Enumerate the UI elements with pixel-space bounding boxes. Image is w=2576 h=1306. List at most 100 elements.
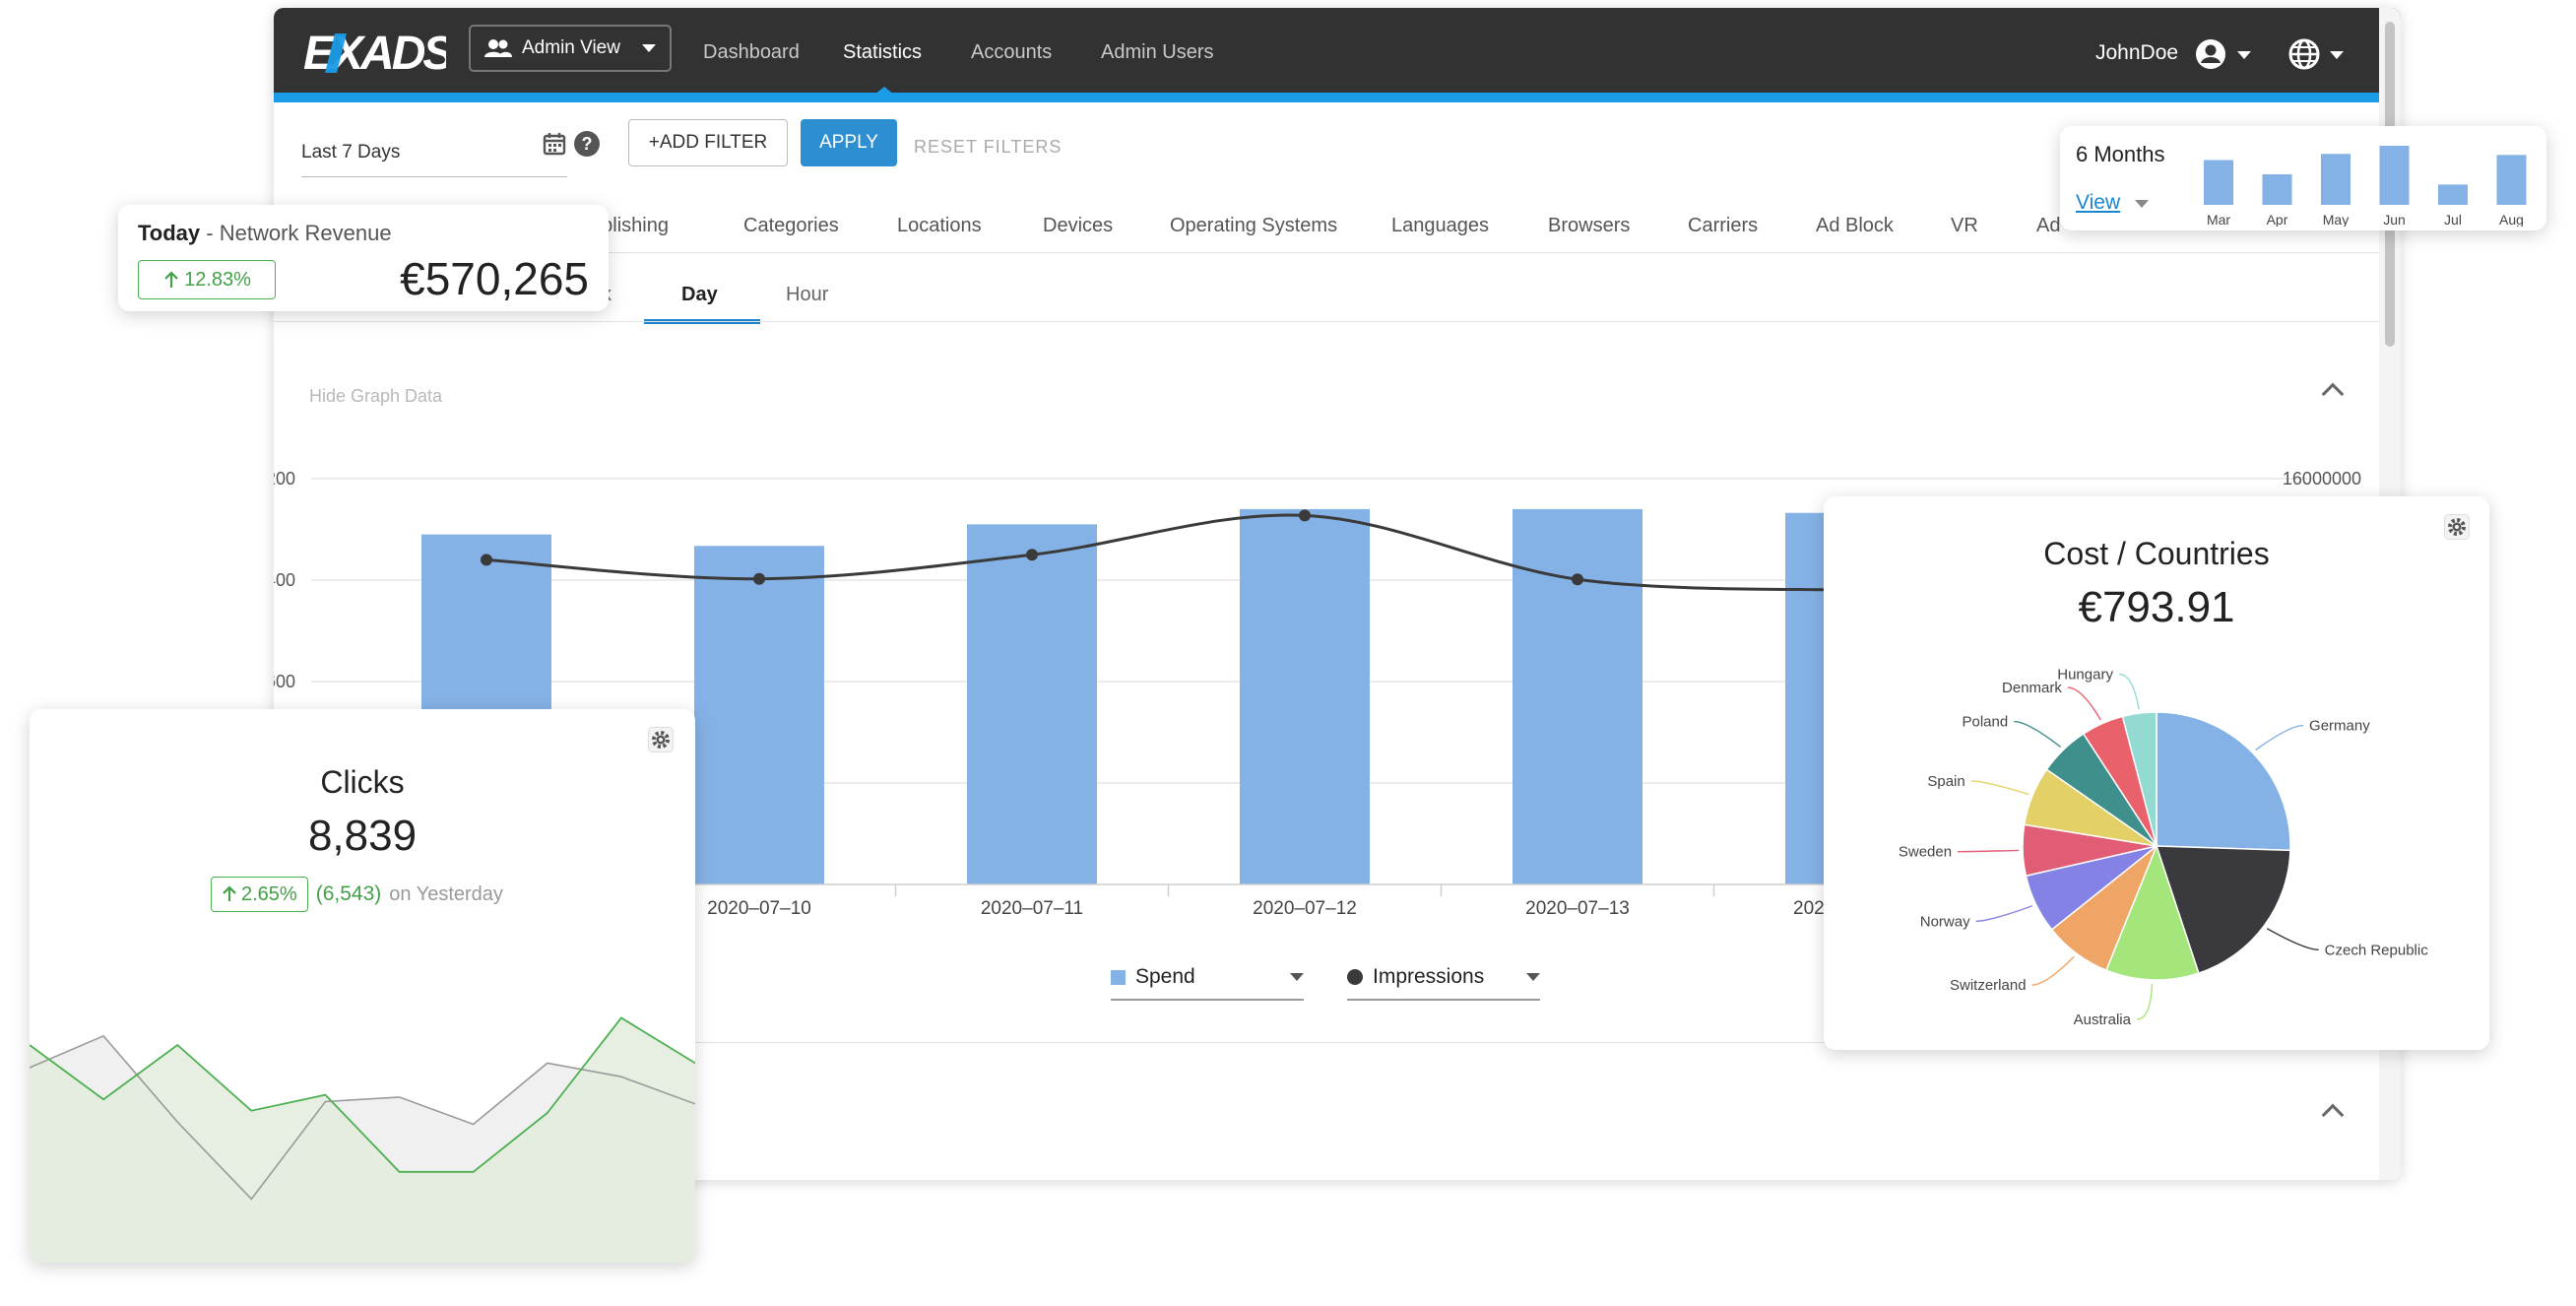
- cost-title: Cost / Countries: [2043, 536, 2270, 571]
- pie-connector: [2136, 983, 2154, 1020]
- tab-devices[interactable]: Devices: [1043, 215, 1113, 237]
- pie-label: Norway: [1920, 913, 1970, 930]
- admin-view-label: Admin View: [522, 37, 620, 58]
- spend-bar: [967, 524, 1097, 884]
- month-label: Jun: [2383, 212, 2406, 227]
- nav-admin-users[interactable]: Admin Users: [1101, 41, 1213, 64]
- today-area: [30, 1017, 695, 1263]
- y-axis-tick-label: 1600: [274, 672, 295, 691]
- spend-swatch: [1111, 969, 1126, 985]
- month-bar: [2496, 155, 2527, 205]
- apply-button[interactable]: APPLY: [801, 119, 897, 166]
- months-view-link[interactable]: View: [2076, 191, 2120, 215]
- revenue-title-text: - Network Revenue: [200, 221, 392, 245]
- revenue-today-label: Today: [138, 221, 201, 245]
- clicks-value: 8,839: [307, 812, 418, 860]
- nav-dashboard[interactable]: Dashboard: [703, 41, 800, 64]
- admin-view-selector[interactable]: Admin View: [469, 25, 672, 72]
- clicks-previous-value: (6,543): [315, 882, 382, 905]
- exads-logo[interactable]: EXADS: [303, 26, 446, 77]
- months-title: 6 Months: [2076, 142, 2165, 166]
- spend-legend-selector[interactable]: Spend: [1111, 955, 1304, 1001]
- chevron-down-icon: [1290, 973, 1304, 981]
- month-label: Aug: [2499, 212, 2524, 227]
- clicks-comparison: 2.65% (6,543) on Yesterday: [211, 877, 503, 912]
- chevron-up-icon[interactable]: [2321, 1103, 2345, 1127]
- cost-countries-pie-chart: Germany Czech Republic Australia Switzerlan…: [1899, 666, 2429, 1028]
- gear-icon[interactable]: [648, 727, 674, 752]
- chevron-down-icon: [642, 44, 656, 52]
- revenue-title: Today - Network Revenue: [138, 221, 392, 246]
- month-bar: [2204, 160, 2233, 205]
- add-filter-button[interactable]: +ADD FILTER: [628, 119, 788, 166]
- tab-browsers[interactable]: Browsers: [1548, 215, 1630, 237]
- tab-locations[interactable]: Locations: [897, 215, 982, 237]
- network-revenue-card: Today - Network Revenue 12.83% €570,265: [118, 205, 609, 311]
- pie-label: Hungary: [2057, 666, 2113, 683]
- pie-label: Denmark: [2002, 680, 2062, 696]
- x-axis-tick-label: 2020–07–10: [707, 898, 811, 919]
- pie-connector: [1970, 780, 2029, 796]
- tab-categories[interactable]: Categories: [743, 215, 839, 237]
- spend-bar: [694, 546, 824, 884]
- top-navigation-bar: EXADS Admin View Dashboard Statistics Ac…: [274, 8, 2401, 93]
- impressions-point: [1299, 509, 1311, 522]
- pie-label: Czech Republic: [2325, 942, 2429, 958]
- nav-accent-bar: [274, 93, 2401, 102]
- tab-ad[interactable]: Ad: [2036, 215, 2060, 237]
- impressions-legend-label: Impressions: [1373, 965, 1485, 988]
- chevron-down-icon[interactable]: [2237, 51, 2251, 59]
- clicks-title: Clicks: [320, 764, 405, 800]
- date-range-field[interactable]: Last 7 Days: [301, 134, 567, 177]
- six-months-card: 6 Months View Mar Apr May Jun Jul Aug: [2060, 126, 2546, 230]
- clicks-change-value: 2.65%: [241, 882, 297, 905]
- tab-hour[interactable]: Hour: [786, 284, 828, 306]
- clicks-card: Clicks 8,839 2.65% (6,543) on Yesterday: [30, 709, 695, 1263]
- tab-operating-systems[interactable]: Operating Systems: [1170, 215, 1337, 237]
- calendar-icon[interactable]: [542, 131, 567, 157]
- clicks-area-chart: [30, 1016, 695, 1263]
- tab-day[interactable]: Day: [681, 284, 718, 306]
- pie-label: Poland: [1962, 714, 2008, 731]
- user-name[interactable]: JohnDoe: [2095, 41, 2178, 65]
- month-bar: [2438, 184, 2468, 205]
- arrow-up-icon: [223, 885, 236, 901]
- tab-vr[interactable]: VR: [1951, 215, 1978, 237]
- help-icon[interactable]: ?: [574, 131, 600, 157]
- x-axis-tick-label: 2020–07–12: [1253, 898, 1357, 919]
- hide-graph-data-toggle[interactable]: Hide Graph Data: [309, 386, 442, 407]
- users-icon: [484, 39, 512, 57]
- impressions-line: [485, 513, 1851, 592]
- subtab-divider: [274, 321, 2401, 322]
- month-label: Mar: [2207, 212, 2230, 227]
- y2-axis-tick-label: 16000000: [2283, 469, 2361, 489]
- impressions-point: [481, 554, 492, 566]
- pie-connector: [2067, 686, 2101, 721]
- impressions-point: [753, 572, 765, 585]
- pie-label: Sweden: [1899, 844, 1952, 861]
- month-bar: [2262, 173, 2292, 205]
- impressions-legend-selector[interactable]: Impressions: [1347, 955, 1540, 1001]
- pie-label: Germany: [2309, 718, 2370, 735]
- chevron-down-icon[interactable]: [2330, 51, 2344, 59]
- arrow-up-icon: [164, 271, 178, 288]
- user-account-icon[interactable]: [2194, 37, 2227, 71]
- pie-connector: [1958, 849, 2020, 853]
- pie-connector: [2255, 724, 2304, 751]
- pie-connector: [2118, 673, 2140, 710]
- tab-ad-block[interactable]: Ad Block: [1816, 215, 1894, 237]
- chevron-down-icon[interactable]: [2135, 200, 2149, 208]
- tab-carriers[interactable]: Carriers: [1688, 215, 1758, 237]
- pie-label: Australia: [2074, 1012, 2132, 1028]
- month-label: Jul: [2444, 212, 2462, 227]
- chevron-up-icon[interactable]: [2321, 382, 2345, 406]
- nav-accounts[interactable]: Accounts: [971, 41, 1052, 64]
- pie-label: Spain: [1927, 773, 1964, 790]
- globe-icon[interactable]: [2287, 37, 2321, 71]
- x-axis-tick-label: 2020–07–11: [981, 898, 1083, 919]
- reset-filters-button[interactable]: RESET FILTERS: [914, 137, 1062, 158]
- tab-languages[interactable]: Languages: [1391, 215, 1489, 237]
- nav-statistics[interactable]: Statistics: [843, 41, 922, 64]
- y-axis-tick-label: 2400: [274, 570, 295, 590]
- impressions-swatch: [1347, 969, 1363, 985]
